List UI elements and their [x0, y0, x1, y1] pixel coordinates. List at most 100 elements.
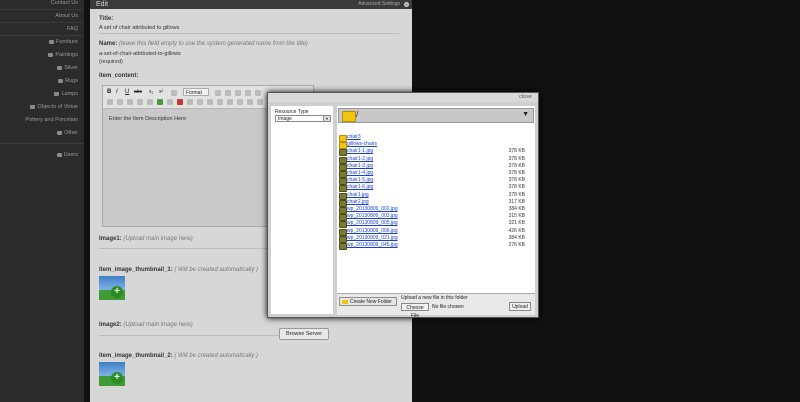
sidebar-item-users[interactable]: Users — [56, 152, 78, 158]
file-name-link[interactable]: wp_20130809_045.jpg — [347, 242, 398, 249]
advanced-settings-link[interactable]: Advanced Settings — [358, 0, 400, 9]
file-name-link[interactable]: chair1-2.jpg — [347, 156, 373, 163]
folder-row[interactable]: gillows-chairs — [339, 141, 529, 150]
sidebar-item-faq[interactable]: FAQ — [67, 26, 78, 32]
file-row[interactable]: wp_20130809_045.jpg 276 KB — [339, 242, 529, 250]
underline-button[interactable]: U — [125, 89, 131, 95]
file-row[interactable]: wp_20130809_006.jpg 426 KB — [339, 228, 529, 236]
file-name-link[interactable]: gillows-chairs — [347, 141, 377, 148]
sidebar-item-about-us[interactable]: About Us — [55, 13, 78, 19]
file-row[interactable]: chair1-5.jpg 378 KB — [339, 177, 529, 186]
file-name-link[interactable]: wp_20130809_005.jpg — [347, 220, 398, 227]
sidebar-item-silver[interactable]: Silver — [57, 65, 78, 71]
thumbnail-2-add-image[interactable]: + — [99, 362, 125, 386]
format-select[interactable]: Format — [183, 88, 209, 96]
file-name-link[interactable]: wp_20130809_021.jpg — [347, 235, 398, 242]
paste-text-icon[interactable] — [245, 90, 251, 96]
sidebar-item-pottery-and-porcelain[interactable]: Pottery and Porcelain — [25, 117, 78, 123]
file-name-link[interactable]: chair2.jpg — [347, 199, 369, 206]
table-icon[interactable] — [167, 99, 173, 105]
path-selector[interactable]: / ▼ — [338, 108, 534, 123]
undo-icon[interactable] — [107, 99, 113, 105]
current-path: / — [356, 110, 359, 119]
sidebar-item-label: Users — [63, 152, 78, 158]
sidebar-item-label: Silver — [64, 65, 78, 71]
subscript-button[interactable]: x₂ — [149, 89, 155, 95]
bulleted-list-icon[interactable] — [257, 99, 263, 105]
file-row[interactable]: wp_20130809_003.jpg 315 KB — [339, 213, 529, 222]
file-name-link[interactable]: wp_20130809_006.jpg — [347, 228, 398, 235]
thumb2-label: item_image_thumbnail_2: ( Will be create… — [99, 353, 259, 359]
name-field[interactable]: a-set-of-chair-attributed-to-gillows — [99, 51, 181, 57]
file-size: 378 KB — [508, 155, 525, 162]
flash-icon[interactable] — [177, 99, 183, 105]
file-size: 384 KB — [508, 234, 525, 241]
horizontal-rule-icon[interactable] — [187, 99, 193, 105]
file-size: 378 KB — [508, 170, 525, 176]
file-row[interactable]: chair1-6.jpg 378 KB — [339, 184, 529, 193]
italic-button[interactable]: I — [116, 89, 122, 95]
select-all-icon[interactable] — [147, 99, 153, 105]
title-field[interactable]: A set of chair attributed to gillows — [99, 25, 179, 31]
sidebar-item-paintings[interactable]: Paintings — [48, 52, 78, 58]
resource-type-select[interactable]: Image ▾ — [275, 115, 331, 122]
sidebar-item-contact-us[interactable]: Contact Us — [51, 0, 78, 6]
sidebar-item-furniture[interactable]: Furniture — [48, 39, 78, 45]
file-row[interactable]: chair1-3.jpg 378 KB — [339, 163, 529, 171]
sidebar-item-other[interactable]: Other — [57, 130, 78, 136]
content-label: item_content: — [99, 73, 139, 79]
file-name-link[interactable]: chair3 — [347, 134, 361, 141]
source-icon[interactable] — [255, 90, 261, 96]
close-icon[interactable]: × — [404, 2, 409, 7]
file-row[interactable]: wp_20130809_005.jpg 321 KB — [339, 220, 529, 229]
file-row[interactable]: wp_20130809_002.jpg 384 KB — [339, 206, 529, 214]
file-row[interactable]: chair2.jpg 317 KB — [339, 199, 529, 207]
sidebar-item-rugs[interactable]: Rugs — [58, 78, 78, 84]
superscript-button[interactable]: x² — [159, 89, 165, 95]
file-name-link[interactable]: chair1-4.jpg — [347, 170, 373, 177]
numbered-list-icon[interactable] — [247, 99, 253, 105]
redo-icon[interactable] — [117, 99, 123, 105]
anchor-icon[interactable] — [237, 99, 243, 105]
folder-row[interactable]: chair3 — [339, 134, 529, 142]
sidebar-item-objects-of-virtue[interactable]: Objects of Virtue — [30, 104, 78, 110]
create-folder-label: Create New Folder — [350, 299, 392, 305]
sidebar-item-lamps[interactable]: Lamps — [54, 91, 78, 97]
replace-icon[interactable] — [137, 99, 143, 105]
image-icon[interactable] — [157, 99, 163, 105]
link-icon[interactable] — [217, 99, 223, 105]
smiley-icon[interactable] — [197, 99, 203, 105]
strikethrough-button[interactable]: abc — [134, 89, 142, 95]
file-name-link[interactable]: wp_20130809_003.jpg — [347, 213, 398, 220]
file-name-link[interactable]: chair1-1.jpg — [347, 148, 373, 155]
copy-icon[interactable] — [225, 90, 231, 96]
bold-button[interactable]: B — [107, 89, 113, 95]
file-name-link[interactable]: chair1-3.jpg — [347, 163, 373, 170]
folder-icon — [54, 91, 60, 96]
create-new-folder-button[interactable]: Create New Folder — [339, 297, 397, 306]
unlink-icon[interactable] — [227, 99, 233, 105]
find-icon[interactable] — [127, 99, 133, 105]
file-row[interactable]: chair1-1.jpg 378 KB — [339, 148, 529, 157]
special-char-icon[interactable] — [207, 99, 213, 105]
folder-icon — [57, 65, 63, 70]
file-name-link[interactable]: wp_20130809_002.jpg — [347, 206, 398, 213]
image-file-icon — [339, 243, 347, 250]
browse-server-button[interactable]: Browse Server — [279, 328, 329, 340]
choose-file-button[interactable]: Choose File — [401, 303, 429, 319]
dialog-close-link[interactable]: close — [519, 94, 532, 100]
file-row[interactable]: chair1-4.jpg 378 KB — [339, 170, 529, 178]
file-name-link[interactable]: chair1-5.jpg — [347, 177, 373, 184]
file-name-link[interactable]: chair1.jpg — [347, 192, 369, 199]
file-row[interactable]: chair1.jpg 378 KB — [339, 192, 529, 200]
no-file-chosen-text: No file chosen — [432, 304, 464, 310]
file-name-link[interactable]: chair1-6.jpg — [347, 184, 373, 191]
file-row[interactable]: chair1-2.jpg 378 KB — [339, 155, 529, 164]
paste-icon[interactable] — [235, 90, 241, 96]
remove-format-icon[interactable] — [171, 90, 177, 96]
upload-button[interactable]: Upload — [509, 302, 531, 311]
sidebar-item-label: Furniture — [55, 39, 78, 45]
file-row[interactable]: wp_20130809_021.jpg 384 KB — [339, 234, 529, 243]
cut-icon[interactable] — [215, 90, 221, 96]
thumbnail-1-add-image[interactable]: + — [99, 276, 125, 300]
